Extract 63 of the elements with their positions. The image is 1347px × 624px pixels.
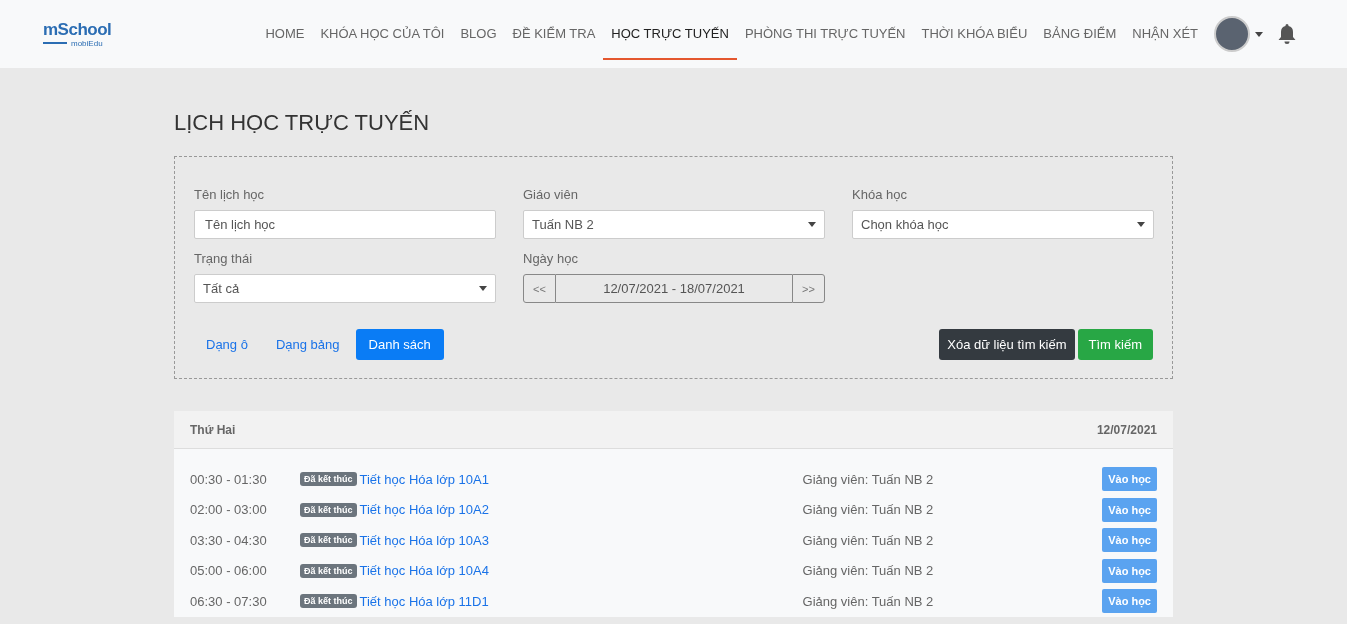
text-field[interactable]: Tên lịch học <box>194 210 496 239</box>
logo-subtext: mobiEdu <box>71 38 103 48</box>
avatar[interactable] <box>1214 16 1250 52</box>
teacher-name: Giảng viên: Tuấn NB 2 <box>802 471 935 487</box>
caret-icon <box>808 222 816 227</box>
view-toggle[interactable]: Dạng ô <box>194 329 260 360</box>
page-title: LỊCH HỌC TRỰC TUYẾN <box>174 110 431 136</box>
status-badge: Đã kết thúc <box>300 563 357 578</box>
day-date: 12/07/2021 <box>1096 422 1157 437</box>
field-label: Khóa học <box>852 187 908 202</box>
status-badge: Đã kết thúc <box>300 472 357 487</box>
logo-line <box>43 42 67 44</box>
nav-link[interactable]: ĐỀ KIỂM TRA <box>504 8 604 60</box>
teacher-name: Giảng viên: Tuấn NB 2 <box>802 502 935 518</box>
field-label: Tên lịch học <box>194 187 266 202</box>
lesson-link[interactable]: Tiết học Hóa lớp 10A2 <box>359 502 803 518</box>
date-range-field: 12/07/2021 - 18/07/2021 <box>556 274 792 303</box>
nav-link[interactable]: BLOG <box>452 8 505 60</box>
nav-link[interactable]: HOME <box>257 8 313 60</box>
search-button[interactable]: Tìm kiếm <box>1077 329 1153 360</box>
time-range: 02:00 - 03:00 <box>190 502 268 518</box>
join-button[interactable]: Vào học <box>1102 467 1157 492</box>
time-range: 00:30 - 01:30 <box>190 471 268 487</box>
join-button[interactable]: Vào học <box>1102 528 1157 553</box>
day-name: Thứ Hai <box>190 422 236 437</box>
status-badge: Đã kết thúc <box>300 594 357 609</box>
field-label: Giáo viên <box>523 187 579 202</box>
time-range: 06:30 - 07:30 <box>190 593 268 609</box>
teacher-name: Giảng viên: Tuấn NB 2 <box>802 563 935 579</box>
select-field[interactable]: Chọn khóa học <box>852 210 1154 239</box>
field-label: Trạng thái <box>194 251 254 266</box>
status-badge: Đã kết thúc <box>300 502 357 517</box>
teacher-name: Giảng viên: Tuấn NB 2 <box>802 532 935 548</box>
select-field[interactable]: Tuấn NB 2 <box>523 210 825 239</box>
nav-link[interactable]: KHÓA HỌC CỦA TÔI <box>312 8 453 60</box>
clear-search-button[interactable]: Xóa dữ liệu tìm kiếm <box>939 329 1075 360</box>
next-week-button[interactable]: >> <box>792 274 825 303</box>
nav-link[interactable]: BẢNG ĐIỂM <box>1035 8 1125 60</box>
join-button[interactable]: Vào học <box>1102 558 1157 583</box>
logo-text: mSchool <box>43 20 112 39</box>
field-label: Ngày học <box>523 251 579 266</box>
lesson-link[interactable]: Tiết học Hóa lớp 10A4 <box>359 563 803 579</box>
caret-icon <box>479 286 487 291</box>
previous-week-button[interactable]: << <box>523 274 556 303</box>
join-button[interactable]: Vào học <box>1102 497 1157 522</box>
lesson-link[interactable]: Tiết học Hóa lớp 10A3 <box>359 532 803 548</box>
time-range: 03:30 - 04:30 <box>190 532 268 548</box>
caret-icon <box>1255 31 1263 37</box>
lesson-link[interactable]: Tiết học Hóa lớp 10A1 <box>359 471 803 487</box>
nav-link[interactable]: HỌC TRỰC TUYẾN <box>603 8 737 60</box>
nav-link[interactable]: PHÒNG THI TRỰC TUYẾN <box>736 8 914 60</box>
view-toggle[interactable]: Danh sách <box>355 329 444 360</box>
join-button[interactable]: Vào học <box>1102 589 1157 614</box>
time-range: 05:00 - 06:00 <box>190 563 268 579</box>
teacher-name: Giảng viên: Tuấn NB 2 <box>802 593 935 609</box>
bell-icon <box>1277 23 1297 45</box>
view-toggle[interactable]: Dạng bảng <box>263 329 352 360</box>
lesson-link[interactable]: Tiết học Hóa lớp 11D1 <box>359 593 803 609</box>
nav-link[interactable]: THỜI KHÓA BIỂU <box>913 8 1036 60</box>
nav-link[interactable]: NHẬN XÉT <box>1124 8 1206 60</box>
status-badge: Đã kết thúc <box>300 533 357 548</box>
caret-icon <box>1137 222 1145 227</box>
select-field[interactable]: Tất cả <box>194 274 496 303</box>
